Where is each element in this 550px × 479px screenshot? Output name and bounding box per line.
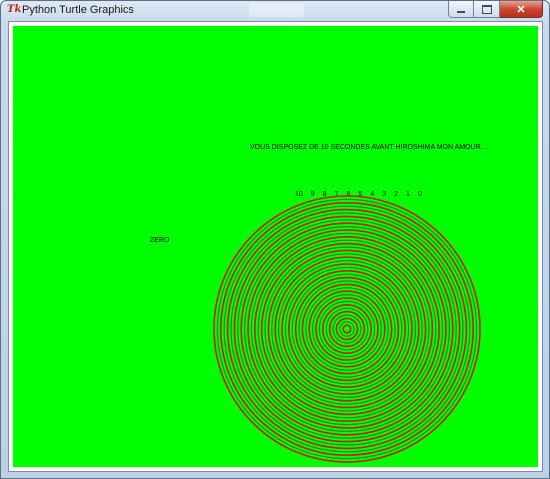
minimize-icon	[457, 11, 465, 13]
window-controls: ✕	[448, 1, 543, 19]
close-icon: ✕	[516, 3, 526, 16]
turtle-window: Tk Python Turtle Graphics ✕ VOUS DISPOSE…	[0, 0, 550, 479]
spiral-ring	[339, 321, 355, 337]
spiral-drawing	[213, 195, 481, 463]
title-bar[interactable]: Tk Python Turtle Graphics ✕	[1, 1, 549, 20]
spiral-ring	[315, 297, 379, 361]
maximize-button[interactable]	[474, 1, 500, 18]
spiral-ring	[274, 256, 420, 402]
spiral-ring	[213, 195, 481, 463]
spiral-ring	[305, 287, 389, 371]
spiral-ring	[250, 232, 444, 426]
close-button[interactable]: ✕	[500, 1, 543, 18]
minimize-button[interactable]	[448, 1, 474, 18]
spiral-ring	[308, 290, 386, 368]
spiral-ring	[216, 198, 478, 460]
spiral-ring	[294, 276, 400, 382]
spiral-ring	[328, 310, 366, 348]
canvas-frame: VOUS DISPOSEZ DE 10 SECONDES AVANT HIROS…	[8, 21, 543, 472]
turtle-canvas[interactable]: VOUS DISPOSEZ DE 10 SECONDES AVANT HIROS…	[13, 26, 538, 467]
spiral-ring	[260, 242, 434, 416]
tk-feather-icon: Tk	[7, 4, 22, 15]
spiral-ring	[298, 280, 396, 378]
spiral-ring	[230, 212, 464, 446]
window-title: Python Turtle Graphics	[22, 4, 134, 16]
spiral-ring	[281, 263, 413, 395]
spiral-ring	[237, 219, 457, 439]
spiral-ring	[240, 222, 454, 436]
spiral-ring	[264, 246, 430, 412]
spiral-ring	[247, 229, 447, 429]
spiral-ring	[332, 314, 362, 344]
spiral-ring	[284, 266, 410, 392]
spiral-ring	[342, 324, 352, 334]
title-glow	[249, 3, 304, 17]
spiral-ring	[318, 300, 376, 358]
spiral-ring	[271, 253, 423, 405]
maximize-icon	[481, 4, 492, 14]
spiral-ring	[226, 208, 468, 450]
